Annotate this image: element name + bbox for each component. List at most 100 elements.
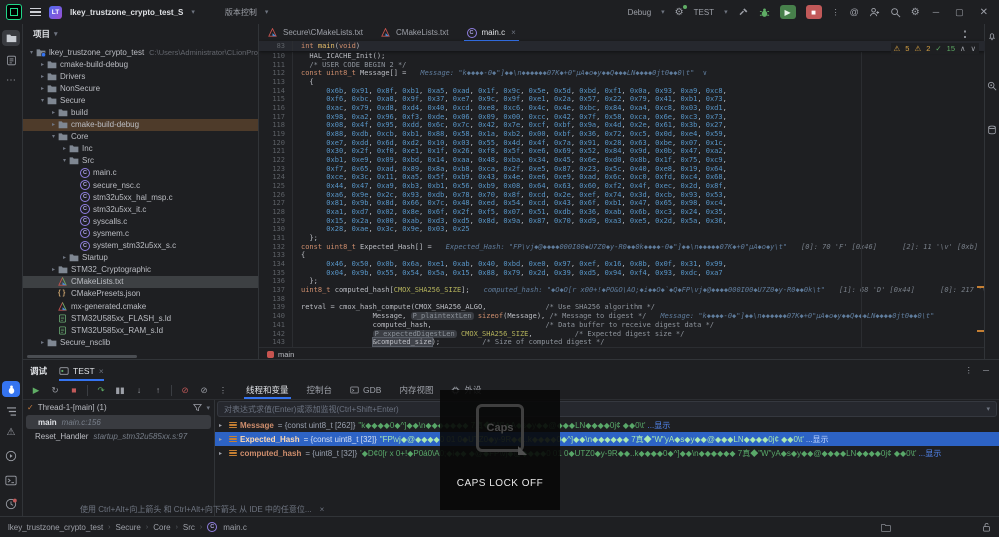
show-more-link[interactable]: ...显示 bbox=[648, 420, 671, 431]
code-line[interactable]: 131 }; bbox=[259, 234, 985, 243]
hide-panel-icon[interactable]: ─ bbox=[983, 365, 989, 376]
window-minimize-button[interactable]: ─ bbox=[930, 7, 942, 17]
tree-item[interactable]: ▾ Secure bbox=[23, 94, 258, 106]
code-line[interactable]: 124 0xce, 0x3c, 0x11, 0xa5, 0x5f, 0xb9, … bbox=[259, 173, 985, 182]
build-hammer-icon[interactable] bbox=[738, 7, 749, 18]
tree-item[interactable]: C secure_nsc.c bbox=[23, 179, 258, 191]
line-number[interactable]: 125 bbox=[259, 182, 293, 191]
terminal-tool-icon[interactable] bbox=[2, 472, 20, 488]
tree-toggle-icon[interactable]: ▾ bbox=[60, 157, 69, 164]
structure-tool-icon[interactable] bbox=[2, 403, 20, 419]
debug-session-tab[interactable]: TEST × bbox=[59, 360, 104, 381]
tree-item[interactable]: C stm32u5xx_hal_msp.c bbox=[23, 191, 258, 203]
expand-icon[interactable]: ▸ bbox=[219, 450, 229, 457]
tree-toggle-icon[interactable]: ▸ bbox=[49, 121, 58, 128]
line-number[interactable]: 141 bbox=[259, 321, 293, 330]
filter-funnel-icon[interactable] bbox=[193, 403, 202, 412]
line-number[interactable]: 116 bbox=[259, 104, 293, 113]
code-line[interactable]: 118 0x08, 0x4f, 0x95, 0xdd, 0x6c, 0x7c, … bbox=[259, 121, 985, 130]
project-panel-title[interactable]: 项目 bbox=[33, 28, 50, 40]
notifications-bell-icon[interactable] bbox=[986, 30, 998, 42]
tree-item[interactable]: { } CMakePresets.json bbox=[23, 288, 258, 300]
line-number[interactable]: 115 bbox=[259, 95, 293, 104]
services-tool-icon[interactable] bbox=[2, 496, 20, 512]
step-over-icon[interactable]: ↷ bbox=[95, 385, 107, 396]
line-number[interactable]: 127 bbox=[259, 199, 293, 208]
line-number[interactable]: 134 bbox=[259, 260, 293, 269]
line-number[interactable]: 112 bbox=[259, 69, 293, 78]
window-close-button[interactable]: ✕ bbox=[977, 7, 991, 18]
breadcrumb-item[interactable]: Src › bbox=[183, 523, 202, 532]
variable-row[interactable]: ▸ Message = {const uint8_t [262]} "k◆◆◆◆… bbox=[215, 418, 999, 432]
line-number[interactable]: 118 bbox=[259, 121, 293, 130]
sticky-line[interactable]: 83 int main(void) bbox=[259, 41, 985, 51]
line-number[interactable]: 129 bbox=[259, 217, 293, 226]
search-icon[interactable] bbox=[890, 7, 901, 18]
tree-item[interactable]: CMakeLists.txt bbox=[23, 276, 258, 288]
code-line[interactable]: 117 0x98, 0xa2, 0x96, 0xf3, 0xde, 0x06, … bbox=[259, 113, 985, 122]
code-line[interactable]: 142 P_expectedDigestLen CMOX_SHA256_SIZE… bbox=[259, 330, 985, 339]
chevron-down-icon[interactable]: ▾ bbox=[986, 405, 990, 413]
code-line[interactable]: 122 0xb1, 0xe9, 0x09, 0xbd, 0x14, 0xaa, … bbox=[259, 156, 985, 165]
editor-tab[interactable]: Secure\CMakeLists.txt bbox=[259, 24, 372, 41]
mute-breakpoints-icon[interactable]: ⊘ bbox=[179, 385, 191, 396]
problems-tool-icon[interactable]: ⚠ bbox=[2, 424, 20, 440]
line-number[interactable]: 123 bbox=[259, 165, 293, 174]
step-into-icon[interactable]: ↓ bbox=[133, 385, 145, 395]
tree-item[interactable]: ▸ STM32_Cryptographic bbox=[23, 264, 258, 276]
pause-icon[interactable]: ▮▮ bbox=[114, 385, 126, 396]
unlock-icon[interactable] bbox=[982, 522, 991, 532]
code-line[interactable]: 138 bbox=[259, 295, 985, 304]
tree-item[interactable]: ▸ cmake-build-debug bbox=[23, 119, 258, 131]
project-avatar[interactable]: LT bbox=[49, 6, 62, 19]
line-number[interactable]: 111 bbox=[259, 61, 293, 70]
code-line[interactable]: 121 0x30, 0x2f, 0xf0, 0xe1, 0x1f, 0x26, … bbox=[259, 147, 985, 156]
breadcrumb-item[interactable]: Secure › bbox=[116, 523, 149, 532]
tree-item[interactable]: C sysmem.c bbox=[23, 227, 258, 239]
run-tool-icon[interactable] bbox=[2, 448, 20, 464]
line-number[interactable]: 142 bbox=[259, 330, 293, 339]
resume-program-button[interactable]: ▶ bbox=[780, 5, 796, 19]
tree-toggle-icon[interactable]: ▸ bbox=[38, 61, 47, 68]
show-more-link[interactable]: ...显示 bbox=[806, 434, 829, 445]
debug-view-tab[interactable]: 内存视图 bbox=[399, 381, 433, 399]
stack-frame[interactable]: Reset_Handler startup_stm32u585xx.s:97 bbox=[23, 429, 214, 443]
expand-icon[interactable]: ▸ bbox=[219, 436, 229, 443]
view-breakpoints-icon[interactable]: ⊘ bbox=[198, 385, 210, 396]
line-number[interactable]: 119 bbox=[259, 130, 293, 139]
debug-view-tab[interactable]: 线程和变量 bbox=[246, 381, 289, 399]
breadcrumb-item[interactable]: lkey_trustzone_crypto_test › bbox=[8, 523, 111, 532]
code-line[interactable]: 110 HAL_ICACHE_Init(); bbox=[259, 52, 985, 61]
tree-item[interactable]: STM32U585xx_RAM_s.ld bbox=[23, 324, 258, 336]
tree-horizontal-scrollbar[interactable] bbox=[27, 355, 137, 358]
change-marker[interactable] bbox=[977, 286, 984, 288]
step-out-icon[interactable]: ↑ bbox=[152, 385, 164, 395]
close-icon[interactable]: × bbox=[99, 366, 104, 376]
tree-item[interactable]: C syscalls.c bbox=[23, 215, 258, 227]
line-number[interactable]: 121 bbox=[259, 147, 293, 156]
line-number[interactable]: 135 bbox=[259, 269, 293, 278]
more-actions-icon[interactable]: ⋮ bbox=[832, 8, 840, 17]
code-line[interactable]: 137 uint8_t computed_hash[CMOX_SHA256_SI… bbox=[259, 286, 985, 295]
more-tools-icon[interactable]: ⋯ bbox=[2, 72, 20, 88]
project-widget[interactable]: lkey_trustzone_crypto_test_S bbox=[70, 8, 183, 17]
chevron-down-icon[interactable]: ▾ bbox=[206, 404, 210, 412]
debug-view-tab[interactable]: 控制台 bbox=[307, 381, 333, 399]
expand-icon[interactable]: ▸ bbox=[219, 422, 229, 429]
commit-tool-icon[interactable] bbox=[2, 52, 20, 68]
line-number[interactable]: 113 bbox=[259, 78, 293, 87]
stack-frame-current[interactable]: main main.c:156 bbox=[26, 415, 211, 429]
tree-item[interactable]: ▸ Inc bbox=[23, 143, 258, 155]
code-line[interactable]: 133 { bbox=[259, 251, 985, 260]
line-number[interactable]: 131 bbox=[259, 234, 293, 243]
project-tool-icon[interactable] bbox=[2, 30, 20, 46]
line-number[interactable]: 137 bbox=[259, 286, 293, 295]
code-line[interactable]: 134 0x46, 0x50, 0x0b, 0x6a, 0xe1, 0xab, … bbox=[259, 260, 985, 269]
code-line[interactable]: 136 }; bbox=[259, 277, 985, 286]
editor-tab[interactable]: CMakeLists.txt bbox=[372, 24, 457, 41]
window-restore-button[interactable]: ▢ bbox=[952, 7, 967, 18]
code-line[interactable]: 116 0xac, 0x79, 0xd8, 0xd4, 0x40, 0xcd, … bbox=[259, 104, 985, 113]
tree-item[interactable]: ▸ NonSecure bbox=[23, 82, 258, 94]
line-number[interactable]: 133 bbox=[259, 251, 293, 260]
code-line[interactable]: 112 const uint8_t Message[] = Message: "… bbox=[259, 69, 985, 78]
